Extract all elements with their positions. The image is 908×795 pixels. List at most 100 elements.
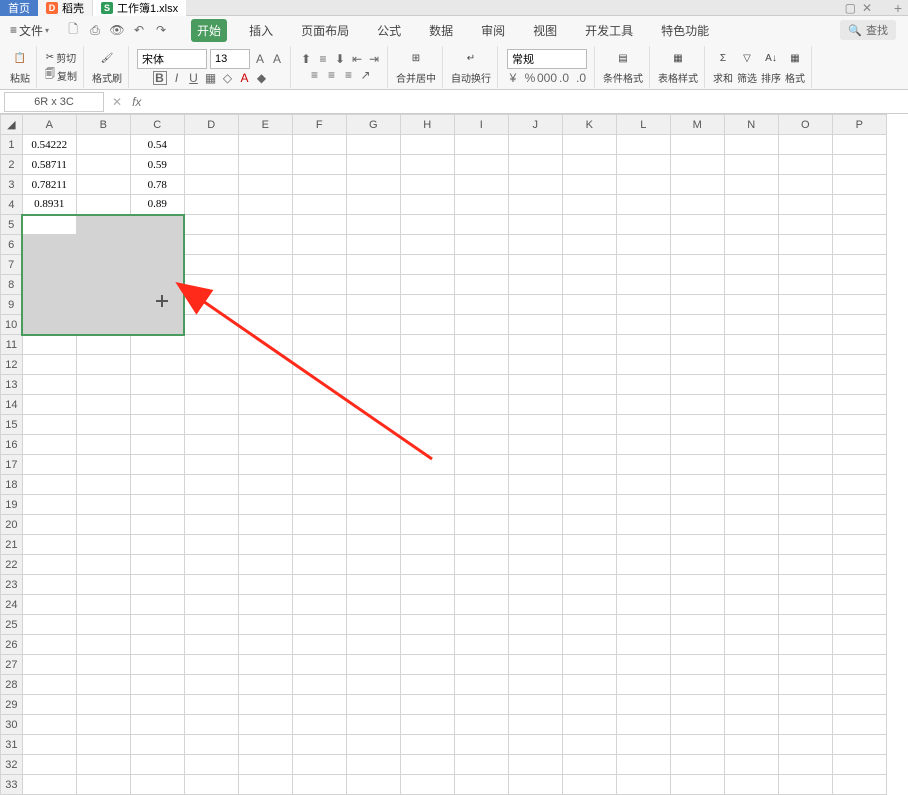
row-header-13[interactable]: 13: [1, 375, 23, 395]
cell-N14[interactable]: [724, 395, 778, 415]
cell-C16[interactable]: [130, 435, 184, 455]
cell-D17[interactable]: [184, 455, 238, 475]
cell-L28[interactable]: [616, 675, 670, 695]
cell-M33[interactable]: [670, 775, 724, 795]
cell-D25[interactable]: [184, 615, 238, 635]
merge-center-button[interactable]: ⊞ 合并居中: [396, 49, 436, 85]
cell-E28[interactable]: [238, 675, 292, 695]
cell-E2[interactable]: [238, 155, 292, 175]
cell-M7[interactable]: [670, 255, 724, 275]
file-menu[interactable]: ≡ 文件 ▾: [4, 20, 55, 41]
cell-O12[interactable]: [778, 355, 832, 375]
row-header-25[interactable]: 25: [1, 615, 23, 635]
cell-I30[interactable]: [454, 715, 508, 735]
cell-M20[interactable]: [670, 515, 724, 535]
cell-F10[interactable]: [292, 315, 346, 335]
ribbon-tab-start[interactable]: 开始: [191, 19, 227, 42]
cell-L32[interactable]: [616, 755, 670, 775]
cell-A12[interactable]: [22, 355, 76, 375]
cell-K32[interactable]: [562, 755, 616, 775]
cell-L5[interactable]: [616, 215, 670, 235]
cell-I28[interactable]: [454, 675, 508, 695]
cell-B9[interactable]: [76, 295, 130, 315]
cell-N4[interactable]: [724, 195, 778, 215]
cell-P14[interactable]: [832, 395, 886, 415]
cell-B7[interactable]: [76, 255, 130, 275]
cell-N13[interactable]: [724, 375, 778, 395]
cell-P28[interactable]: [832, 675, 886, 695]
row-header-11[interactable]: 11: [1, 335, 23, 355]
row-header-1[interactable]: 1: [1, 135, 23, 155]
cell-O2[interactable]: [778, 155, 832, 175]
cell-J13[interactable]: [508, 375, 562, 395]
cell-K20[interactable]: [562, 515, 616, 535]
cell-F28[interactable]: [292, 675, 346, 695]
cell-C4[interactable]: 0.89: [130, 195, 184, 215]
cell-H25[interactable]: [400, 615, 454, 635]
cell-O14[interactable]: [778, 395, 832, 415]
cell-B8[interactable]: [76, 275, 130, 295]
cell-G9[interactable]: [346, 295, 400, 315]
percent-icon[interactable]: %: [523, 71, 537, 85]
cell-G6[interactable]: [346, 235, 400, 255]
cell-C10[interactable]: [130, 315, 184, 335]
cell-B19[interactable]: [76, 495, 130, 515]
cell-B10[interactable]: [76, 315, 130, 335]
cell-G22[interactable]: [346, 555, 400, 575]
cell-C33[interactable]: [130, 775, 184, 795]
border-button[interactable]: ▦: [204, 71, 218, 85]
cell-F27[interactable]: [292, 655, 346, 675]
cell-H18[interactable]: [400, 475, 454, 495]
cell-M23[interactable]: [670, 575, 724, 595]
cell-C27[interactable]: [130, 655, 184, 675]
cell-E27[interactable]: [238, 655, 292, 675]
cell-K14[interactable]: [562, 395, 616, 415]
cell-K30[interactable]: [562, 715, 616, 735]
cell-A5[interactable]: [22, 215, 76, 235]
cell-H8[interactable]: [400, 275, 454, 295]
cond-format-button[interactable]: ▤ 条件格式: [603, 49, 643, 85]
cell-O11[interactable]: [778, 335, 832, 355]
cell-G10[interactable]: [346, 315, 400, 335]
cell-G28[interactable]: [346, 675, 400, 695]
cell-N22[interactable]: [724, 555, 778, 575]
cell-O18[interactable]: [778, 475, 832, 495]
cell-D15[interactable]: [184, 415, 238, 435]
cell-I2[interactable]: [454, 155, 508, 175]
cell-H14[interactable]: [400, 395, 454, 415]
cell-A4[interactable]: 0.8931: [22, 195, 76, 215]
cell-I32[interactable]: [454, 755, 508, 775]
cell-O4[interactable]: [778, 195, 832, 215]
cell-O22[interactable]: [778, 555, 832, 575]
cell-N26[interactable]: [724, 635, 778, 655]
cell-B11[interactable]: [76, 335, 130, 355]
cell-E19[interactable]: [238, 495, 292, 515]
tab-menu-icon[interactable]: ▢: [845, 1, 856, 15]
cell-M24[interactable]: [670, 595, 724, 615]
cell-G11[interactable]: [346, 335, 400, 355]
cell-N15[interactable]: [724, 415, 778, 435]
cell-B13[interactable]: [76, 375, 130, 395]
cell-C5[interactable]: [130, 215, 184, 235]
cell-P15[interactable]: [832, 415, 886, 435]
cell-E15[interactable]: [238, 415, 292, 435]
cell-G27[interactable]: [346, 655, 400, 675]
cell-P10[interactable]: [832, 315, 886, 335]
cell-L15[interactable]: [616, 415, 670, 435]
cell-I15[interactable]: [454, 415, 508, 435]
ribbon-tab-view[interactable]: 视图: [527, 19, 563, 42]
cell-B1[interactable]: [76, 135, 130, 155]
cell-F29[interactable]: [292, 695, 346, 715]
cell-D21[interactable]: [184, 535, 238, 555]
cell-M16[interactable]: [670, 435, 724, 455]
cell-J7[interactable]: [508, 255, 562, 275]
cell-L25[interactable]: [616, 615, 670, 635]
cell-J5[interactable]: [508, 215, 562, 235]
cell-P7[interactable]: [832, 255, 886, 275]
cell-H33[interactable]: [400, 775, 454, 795]
ribbon-tab-formula[interactable]: 公式: [371, 19, 407, 42]
cell-K19[interactable]: [562, 495, 616, 515]
row-header-21[interactable]: 21: [1, 535, 23, 555]
cell-E10[interactable]: [238, 315, 292, 335]
cell-D24[interactable]: [184, 595, 238, 615]
